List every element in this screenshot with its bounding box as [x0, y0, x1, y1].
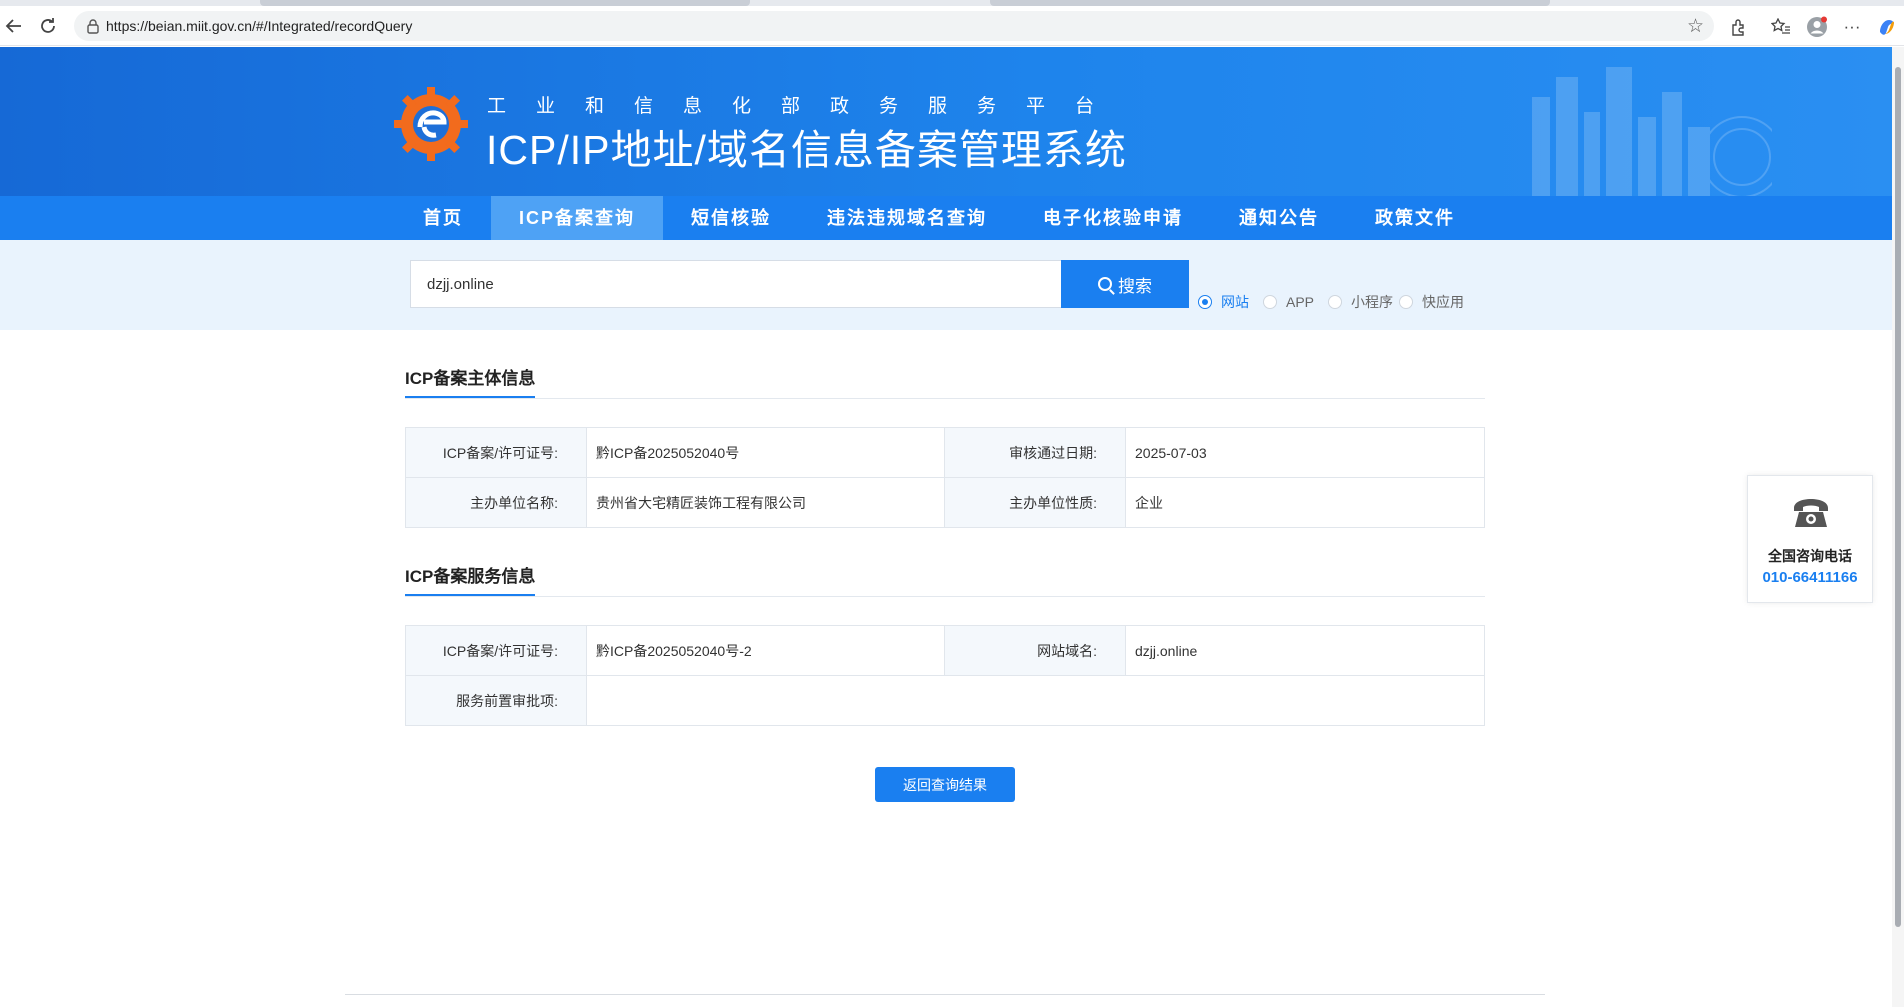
browser-toolbar: https://beian.miit.gov.cn/#/Integrated/r…: [0, 6, 1904, 46]
search-button-label: 搜索: [1118, 276, 1152, 296]
table-label: ICP备案/许可证号:: [405, 625, 587, 676]
org-name: 工业和信息化部政务服务平台: [487, 96, 1125, 117]
subject-info-title: ICP备案主体信息: [405, 364, 536, 399]
divider: [405, 398, 1485, 399]
search-type-group: 网站 APP 小程序 快应用: [1198, 292, 1478, 312]
radio-quick-app[interactable]: 快应用: [1399, 292, 1464, 312]
back-to-results-button[interactable]: 返回查询结果: [875, 767, 1015, 802]
table-value: 企业: [1125, 477, 1485, 528]
system-name: ICP/IP地址/域名信息备案管理系统: [486, 127, 1127, 173]
address-bar[interactable]: https://beian.miit.gov.cn/#/Integrated/r…: [74, 11, 1714, 41]
search-icon: [1098, 277, 1112, 291]
profile-avatar-icon[interactable]: [1806, 16, 1828, 38]
nav-item-icp-query[interactable]: ICP备案查询: [491, 196, 664, 240]
skyline-decoration: [1532, 67, 1772, 196]
radio-dot[interactable]: [1328, 295, 1343, 309]
footer-divider: [345, 994, 1545, 995]
scrollbar-thumb[interactable]: [1895, 67, 1901, 927]
table-label: 主办单位名称:: [405, 477, 587, 528]
radio-app[interactable]: APP: [1263, 294, 1314, 310]
nav-item-home[interactable]: 首页: [395, 196, 491, 240]
radio-dot[interactable]: [1198, 295, 1212, 309]
table-row: 服务前置审批项:: [405, 675, 1485, 726]
more-menu-icon[interactable]: ···: [1841, 16, 1863, 38]
telephone-icon: [1794, 499, 1828, 527]
nav-item-electronic-verify[interactable]: 电子化核验申请: [1015, 196, 1211, 240]
search-input[interactable]: [410, 260, 1062, 308]
table-label: 主办单位性质:: [944, 477, 1126, 528]
table-value: 2025-07-03: [1125, 427, 1485, 478]
copilot-icon[interactable]: [1876, 16, 1898, 38]
reload-icon[interactable]: [36, 14, 60, 38]
radio-dot[interactable]: [1399, 295, 1414, 309]
nav-item-illegal-domain-query[interactable]: 违法违规域名查询: [799, 196, 1015, 240]
search-button[interactable]: 搜索: [1061, 260, 1189, 308]
subject-info-table: ICP备案/许可证号: 黔ICP备2025052040号 审核通过日期: 202…: [405, 427, 1485, 528]
nav-item-policy-docs[interactable]: 政策文件: [1347, 196, 1483, 240]
search-area: 搜索 网站 APP 小程序 快应用: [0, 240, 1892, 330]
table-label: 审核通过日期:: [944, 427, 1126, 478]
table-label: 服务前置审批项:: [405, 675, 587, 726]
table-label: 网站域名:: [944, 625, 1126, 676]
back-arrow-icon[interactable]: [2, 14, 26, 38]
table-row: ICP备案/许可证号: 黔ICP备2025052040号 审核通过日期: 202…: [405, 427, 1485, 478]
site-header-banner: 工业和信息化部政务服务平台 ICP/IP地址/域名信息备案管理系统: [0, 47, 1892, 196]
hotline-title: 全国咨询电话: [1768, 548, 1852, 564]
table-row: 主办单位名称: 贵州省大宅精匠装饰工程有限公司 主办单位性质: 企业: [405, 477, 1485, 528]
table-value: 黔ICP备2025052040号-2: [586, 625, 945, 676]
divider: [405, 596, 1485, 597]
url-text: https://beian.miit.gov.cn/#/Integrated/r…: [106, 18, 413, 34]
nav-item-notices[interactable]: 通知公告: [1211, 196, 1347, 240]
table-label: ICP备案/许可证号:: [405, 427, 587, 478]
miit-logo-icon: [394, 87, 468, 161]
table-value: 贵州省大宅精匠装饰工程有限公司: [586, 477, 945, 528]
table-value: 黔ICP备2025052040号: [586, 427, 945, 478]
main-nav: 首页 ICP备案查询 短信核验 违法违规域名查询 电子化核验申请 通知公告 政策…: [0, 196, 1892, 240]
table-row: ICP备案/许可证号: 黔ICP备2025052040号-2 网站域名: dzj…: [405, 625, 1485, 676]
radio-dot[interactable]: [1263, 295, 1277, 309]
hotline-number: 010-66411166: [1762, 569, 1858, 586]
radio-mini-program[interactable]: 小程序: [1328, 292, 1393, 312]
table-value: [586, 675, 1485, 726]
hotline-widget[interactable]: 全国咨询电话 010-66411166: [1747, 475, 1873, 603]
favorites-list-icon[interactable]: [1770, 16, 1792, 38]
nav-item-sms-verify[interactable]: 短信核验: [663, 196, 799, 240]
service-info-title: ICP备案服务信息: [405, 562, 536, 597]
service-info-table: ICP备案/许可证号: 黔ICP备2025052040号-2 网站域名: dzj…: [405, 625, 1485, 726]
table-value: dzjj.online: [1125, 625, 1485, 676]
radio-website[interactable]: 网站: [1198, 292, 1249, 312]
lock-icon: [87, 19, 99, 34]
extensions-icon[interactable]: [1728, 16, 1750, 38]
favorite-star-icon[interactable]: ☆: [1687, 15, 1704, 38]
page-scrollbar[interactable]: [1892, 47, 1904, 1007]
